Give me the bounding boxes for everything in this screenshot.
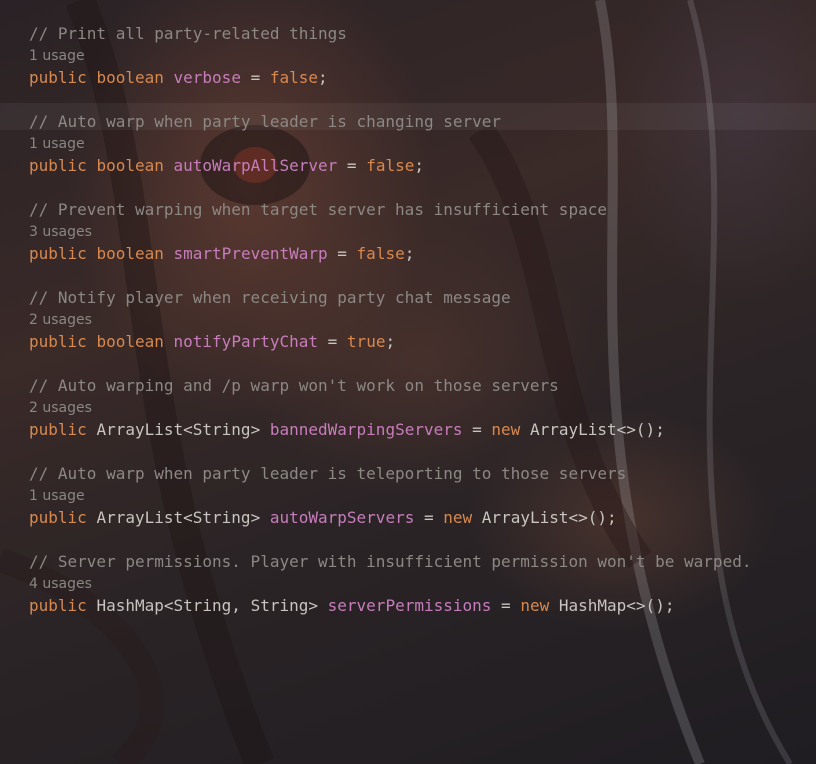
code-comment: // Auto warp when party leader is changi… — [29, 112, 502, 131]
code-line-comment[interactable]: // Auto warp when party leader is telepo… — [29, 463, 809, 485]
code-line-comment[interactable]: // Print all party-related things — [29, 23, 809, 45]
code-line-comment[interactable]: // Auto warp when party leader is changi… — [29, 111, 809, 133]
code-comment: // Notify player when receiving party ch… — [29, 288, 511, 307]
code-line-comment[interactable]: // Auto warping and /p warp won't work o… — [29, 375, 809, 397]
literal-value: false — [356, 244, 405, 263]
usage-hint[interactable]: 1 usage — [29, 133, 809, 155]
code-line-declaration[interactable]: public HashMap<String, String> serverPer… — [29, 595, 809, 617]
field-name: smartPreventWarp — [173, 244, 328, 263]
code-editor[interactable]: // Print all party-related things 1 usage… — [29, 23, 809, 617]
code-line-declaration[interactable]: public ArrayList<String> autoWarpServers… — [29, 507, 809, 529]
field-name: autoWarpAllServer — [173, 156, 338, 175]
new-keyword: new — [491, 420, 521, 439]
new-keyword: new — [520, 596, 550, 615]
code-line-declaration[interactable]: public boolean verbose = false; — [29, 67, 809, 89]
code-line-declaration[interactable]: public boolean notifyPartyChat = true; — [29, 331, 809, 353]
field-name: autoWarpServers — [269, 508, 415, 527]
new-keyword: new — [443, 508, 473, 527]
code-comment: // Server permissions. Player with insuf… — [29, 552, 752, 571]
modifier-keyword: public — [29, 244, 87, 263]
literal-value: false — [366, 156, 415, 175]
usage-hint[interactable]: 3 usages — [29, 221, 809, 243]
constructor-call: HashMap<>() — [558, 596, 665, 615]
constructor-call: ArrayList<>() — [529, 420, 656, 439]
field-name: verbose — [173, 68, 241, 87]
literal-value: true — [346, 332, 386, 351]
modifier-keyword: public — [29, 68, 87, 87]
code-line-declaration[interactable]: public ArrayList<String> bannedWarpingSe… — [29, 419, 809, 441]
field-name: notifyPartyChat — [173, 332, 319, 351]
type-name: HashMap<String, String> — [96, 596, 318, 615]
modifier-keyword: public — [29, 596, 87, 615]
modifier-keyword: public — [29, 420, 87, 439]
type-name: boolean — [96, 156, 164, 175]
usage-hint[interactable]: 4 usages — [29, 573, 809, 595]
code-line-declaration[interactable]: public boolean autoWarpAllServer = false… — [29, 155, 809, 177]
type-name: ArrayList<String> — [96, 508, 261, 527]
code-line-comment[interactable]: // Server permissions. Player with insuf… — [29, 551, 809, 573]
modifier-keyword: public — [29, 332, 87, 351]
modifier-keyword: public — [29, 508, 87, 527]
type-name: boolean — [96, 68, 164, 87]
code-line-declaration[interactable]: public boolean smartPreventWarp = false; — [29, 243, 809, 265]
code-line-comment[interactable]: // Prevent warping when target server ha… — [29, 199, 809, 221]
field-name: serverPermissions — [327, 596, 492, 615]
usage-hint[interactable]: 2 usages — [29, 397, 809, 419]
type-name: ArrayList<String> — [96, 420, 261, 439]
type-name: boolean — [96, 332, 164, 351]
modifier-keyword: public — [29, 156, 87, 175]
type-name: boolean — [96, 244, 164, 263]
field-name: bannedWarpingServers — [269, 420, 463, 439]
code-comment: // Auto warping and /p warp won't work o… — [29, 376, 559, 395]
usage-hint[interactable]: 1 usage — [29, 485, 809, 507]
code-comment: // Auto warp when party leader is telepo… — [29, 464, 627, 483]
code-comment: // Print all party-related things — [29, 24, 347, 43]
constructor-call: ArrayList<>() — [481, 508, 608, 527]
code-comment: // Prevent warping when target server ha… — [29, 200, 607, 219]
usage-hint[interactable]: 2 usages — [29, 309, 809, 331]
code-line-comment[interactable]: // Notify player when receiving party ch… — [29, 287, 809, 309]
literal-value: false — [269, 68, 319, 87]
usage-hint[interactable]: 1 usage — [29, 45, 809, 67]
